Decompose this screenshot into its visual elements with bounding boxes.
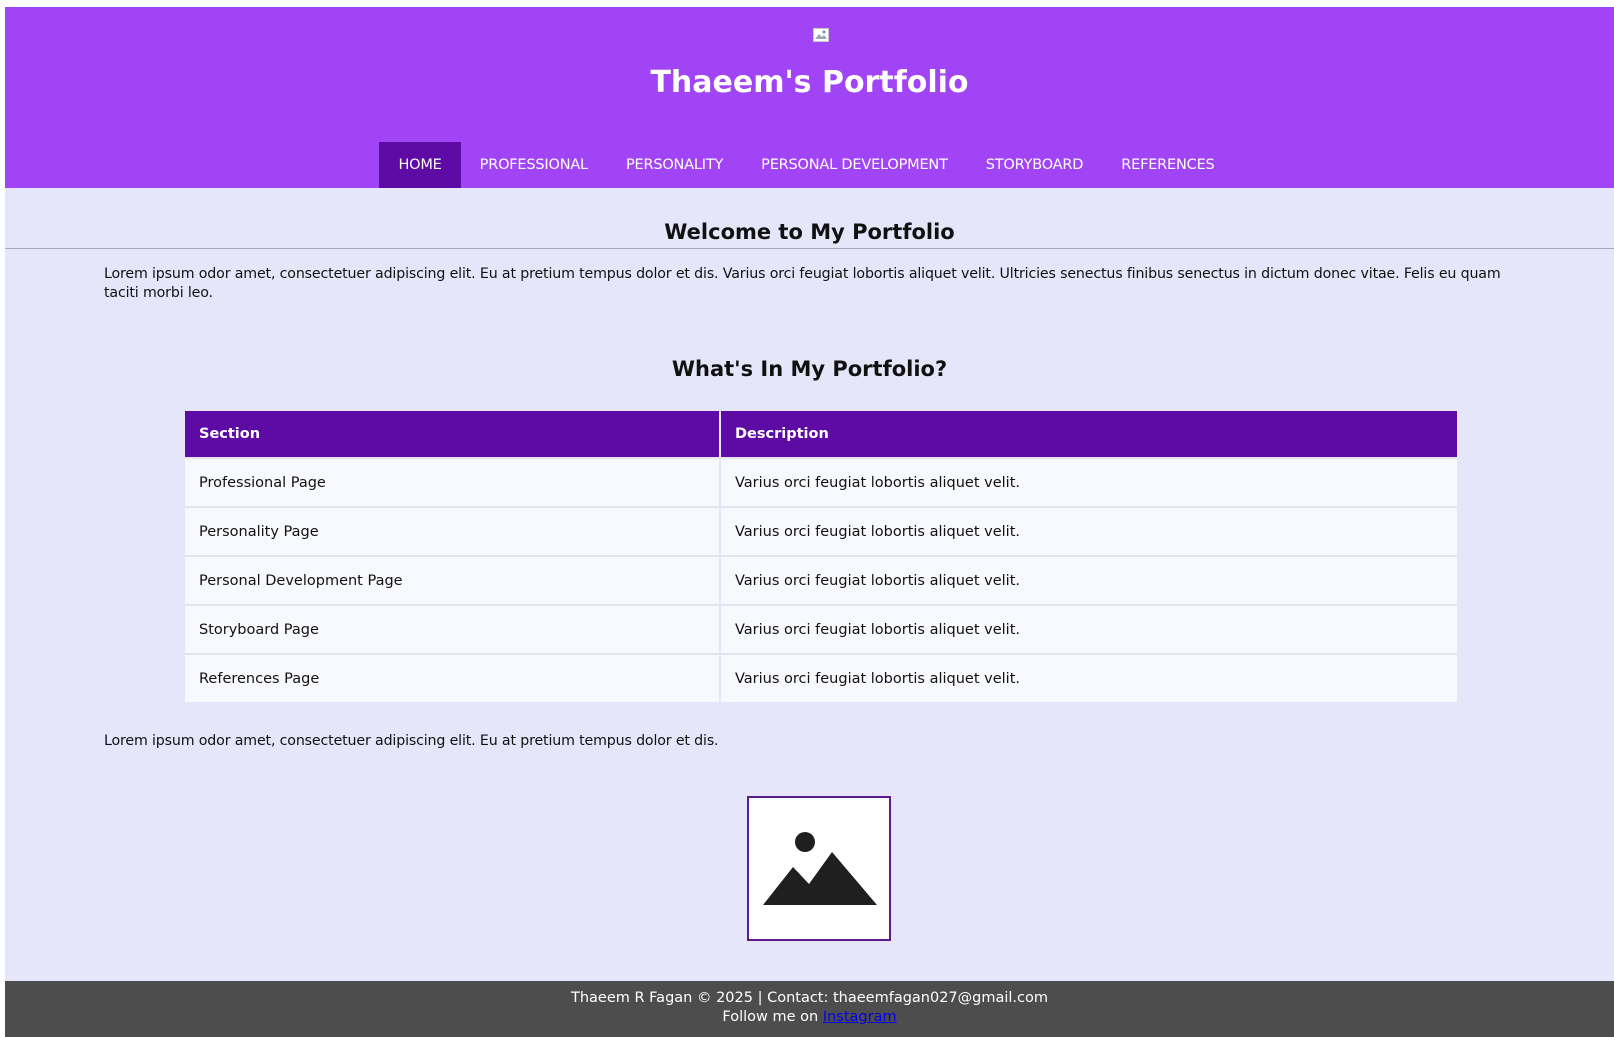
table-cell-section: Personal Development Page [185,555,721,605]
nav-item-personality[interactable]: PERSONALITY [607,142,742,188]
footer-copyright: Thaeem R Fagan © 2025 | Contact: thaeemf… [570,990,1049,1006]
nav-item-professional[interactable]: PROFESSIONAL [461,142,607,188]
nav-item-home[interactable]: HOME [379,142,461,188]
table-row: Storyboard Page Varius orci feugiat lobor… [185,604,1457,654]
table-cell-description: Varius orci feugiat lobortis aliquet vel… [720,555,1457,605]
table-cell-description: Varius orci feugiat lobortis aliquet vel… [720,604,1457,654]
portfolio-heading: What's In My Portfolio? [671,357,948,381]
table-cell-section: References Page [185,653,721,702]
outro-paragraph: Lorem ipsum odor amet, consectetuer adip… [104,733,719,749]
site-footer: Thaeem R Fagan © 2025 | Contact: thaeemf… [5,981,1614,1037]
site-header: Thaeem's Portfolio HOME PROFESSIONAL PERSO… [5,7,1614,188]
page: Thaeem's Portfolio HOME PROFESSIONAL PERSO… [5,7,1614,1037]
table-cell-description: Varius orci feugiat lobortis aliquet vel… [720,457,1457,507]
table-cell-section: Storyboard Page [185,604,721,654]
portfolio-table: Section Description Professional Page Var… [185,411,1457,702]
intro-paragraph: Lorem ipsum odor amet, consectetuer adip… [104,266,1501,301]
table-body: Professional Page Varius orci feugiat lob… [185,457,1457,702]
table-header-section: Section [185,411,721,458]
nav-item-personal-development[interactable]: PERSONAL DEVELOPMENT [742,142,967,188]
nav-item-references[interactable]: REFERENCES [1102,142,1233,188]
table-row: References Page Varius orci feugiat lobor… [185,653,1457,702]
main-nav: HOME PROFESSIONAL PERSONALITY PERSONAL DEVE… [5,142,1614,188]
table-cell-description: Varius orci feugiat lobortis aliquet vel… [720,506,1457,556]
footer-follow: Follow me on Instagram [5,1008,1614,1027]
table-row: Personal Development Page Varius orci feu… [185,555,1457,605]
table-header-row: Section Description [185,411,1457,458]
table-cell-description: Varius orci feugiat lobortis aliquet vel… [720,653,1457,702]
broken-image-icon [813,28,829,42]
image-placeholder-icon [763,832,877,905]
site-title: Thaeem's Portfolio [650,65,969,100]
table-row: Personality Page Varius orci feugiat lobo… [185,506,1457,556]
table-cell-section: Personality Page [185,506,721,556]
nav-list: HOME PROFESSIONAL PERSONALITY PERSONAL DEVE… [379,142,1233,188]
welcome-heading: Welcome to My Portfolio [664,220,955,244]
nav-item-storyboard[interactable]: STORYBOARD [967,142,1103,188]
footer-follow-text: Follow me on [722,1009,823,1025]
table-header-description: Description [720,411,1457,458]
table-row: Professional Page Varius orci feugiat lob… [185,457,1457,507]
instagram-link[interactable]: Instagram [823,1009,897,1025]
table-cell-section: Professional Page [185,457,721,507]
divider [5,248,1614,249]
feature-image [747,796,891,941]
